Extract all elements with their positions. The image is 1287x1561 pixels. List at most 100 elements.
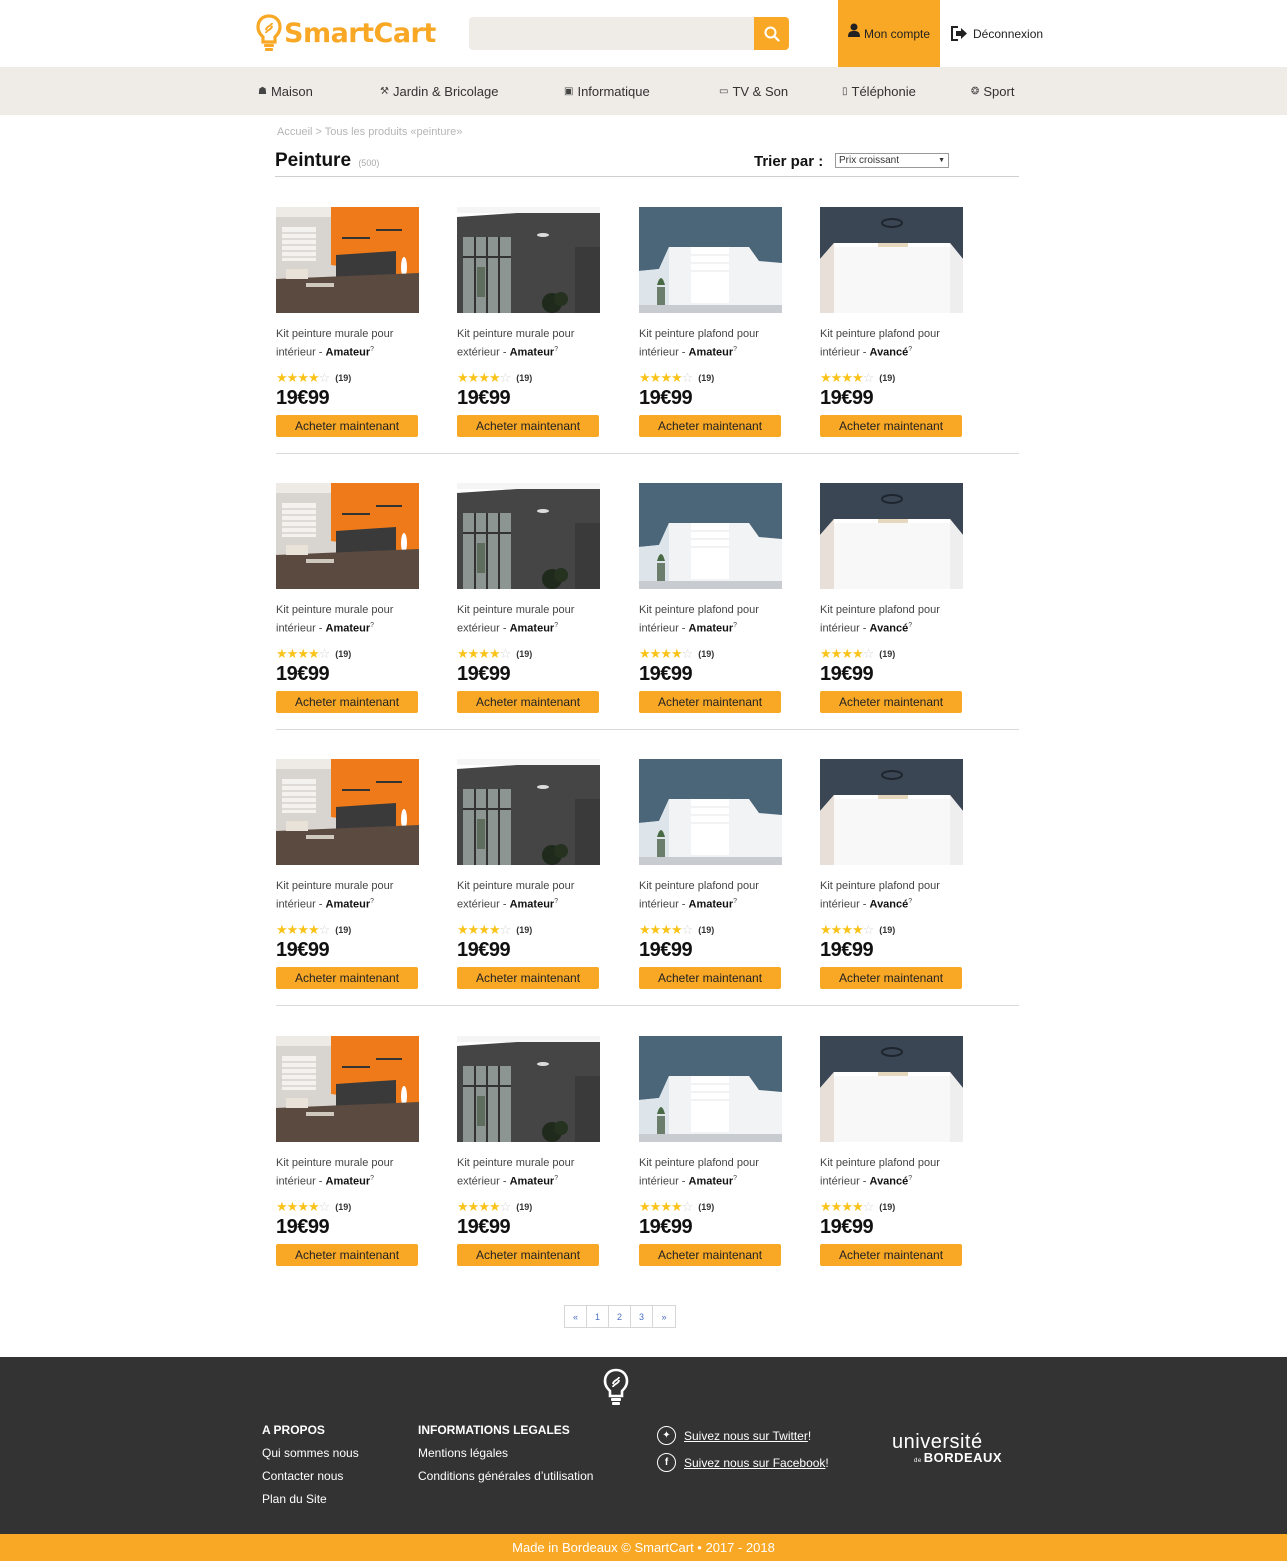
footer-link-sitemap[interactable]: Plan du Site	[262, 1492, 359, 1506]
search-button[interactable]	[754, 17, 789, 50]
buy-now-button[interactable]: Acheter maintenant	[639, 414, 781, 437]
buy-now-button[interactable]: Acheter maintenant	[276, 966, 418, 989]
buy-now-button[interactable]: Acheter maintenant	[276, 690, 418, 713]
pagination-page-1[interactable]: 1	[587, 1306, 609, 1327]
product-title[interactable]: Kit peinture murale pour extérieur - Amat…	[457, 603, 600, 637]
product-image[interactable]	[276, 483, 419, 589]
product-card[interactable]: Kit peinture plafond pour intérieur - Ava…	[820, 483, 963, 713]
product-image[interactable]	[820, 483, 963, 589]
product-title[interactable]: Kit peinture plafond pour intérieur - Ava…	[820, 1156, 963, 1190]
product-title[interactable]: Kit peinture murale pour extérieur - Amat…	[457, 879, 600, 913]
product-image[interactable]	[639, 483, 782, 589]
help-icon[interactable]: ?	[370, 622, 374, 629]
account-button[interactable]: Mon compte	[838, 0, 940, 67]
footer-link-about[interactable]: Qui sommes nous	[262, 1446, 359, 1460]
help-icon[interactable]: ?	[554, 346, 558, 353]
logo[interactable]: SmartCart	[256, 14, 436, 52]
nav-item-sport[interactable]: ❂ Sport	[971, 67, 1014, 115]
product-title[interactable]: Kit peinture plafond pour intérieur - Ama…	[639, 327, 782, 361]
product-title[interactable]: Kit peinture plafond pour intérieur - Ama…	[639, 879, 782, 913]
product-card[interactable]: Kit peinture murale pour intérieur - Amat…	[276, 1036, 419, 1266]
buy-now-button[interactable]: Acheter maintenant	[457, 414, 599, 437]
product-image[interactable]	[276, 759, 419, 865]
help-icon[interactable]: ?	[370, 1175, 374, 1182]
product-image[interactable]	[276, 1036, 419, 1142]
pagination-next[interactable]: »	[653, 1306, 675, 1327]
product-image[interactable]	[457, 759, 600, 865]
product-image[interactable]	[820, 207, 963, 313]
buy-now-button[interactable]: Acheter maintenant	[457, 1243, 599, 1266]
help-icon[interactable]: ?	[554, 898, 558, 905]
product-card[interactable]: Kit peinture plafond pour intérieur - Ama…	[639, 1036, 782, 1266]
help-icon[interactable]: ?	[733, 898, 737, 905]
product-image[interactable]	[820, 1036, 963, 1142]
buy-now-button[interactable]: Acheter maintenant	[820, 414, 962, 437]
product-title[interactable]: Kit peinture murale pour intérieur - Amat…	[276, 1156, 419, 1190]
buy-now-button[interactable]: Acheter maintenant	[276, 1243, 418, 1266]
footer-link-cgu[interactable]: Conditions générales d’utilisation	[418, 1469, 593, 1483]
product-card[interactable]: Kit peinture murale pour extérieur - Amat…	[457, 759, 600, 989]
product-card[interactable]: Kit peinture plafond pour intérieur - Ama…	[639, 483, 782, 713]
nav-item-tv[interactable]: ▭ TV & Son	[719, 67, 788, 115]
nav-item-maison[interactable]: ☗ Maison	[258, 67, 313, 115]
help-icon[interactable]: ?	[554, 622, 558, 629]
product-title[interactable]: Kit peinture plafond pour intérieur - Ama…	[639, 1156, 782, 1190]
buy-now-button[interactable]: Acheter maintenant	[457, 966, 599, 989]
nav-item-telephonie[interactable]: ▯ Téléphonie	[842, 67, 916, 115]
product-image[interactable]	[820, 759, 963, 865]
help-icon[interactable]: ?	[908, 346, 912, 353]
product-card[interactable]: Kit peinture murale pour intérieur - Amat…	[276, 483, 419, 713]
product-card[interactable]: Kit peinture murale pour intérieur - Amat…	[276, 207, 419, 437]
product-card[interactable]: Kit peinture plafond pour intérieur - Ava…	[820, 1036, 963, 1266]
product-image[interactable]	[276, 207, 419, 313]
product-card[interactable]: Kit peinture murale pour extérieur - Amat…	[457, 483, 600, 713]
product-title[interactable]: Kit peinture plafond pour intérieur - Ama…	[639, 603, 782, 637]
buy-now-button[interactable]: Acheter maintenant	[639, 1243, 781, 1266]
product-image[interactable]	[457, 1036, 600, 1142]
product-card[interactable]: Kit peinture plafond pour intérieur - Ava…	[820, 759, 963, 989]
product-image[interactable]	[457, 483, 600, 589]
product-card[interactable]: Kit peinture murale pour extérieur - Amat…	[457, 207, 600, 437]
help-icon[interactable]: ?	[733, 1175, 737, 1182]
product-title[interactable]: Kit peinture murale pour intérieur - Amat…	[276, 603, 419, 637]
help-icon[interactable]: ?	[733, 346, 737, 353]
product-card[interactable]: Kit peinture murale pour intérieur - Amat…	[276, 759, 419, 989]
pagination-prev[interactable]: «	[565, 1306, 587, 1327]
help-icon[interactable]: ?	[733, 622, 737, 629]
product-title[interactable]: Kit peinture murale pour extérieur - Amat…	[457, 1156, 600, 1190]
search-input[interactable]	[469, 17, 754, 50]
buy-now-button[interactable]: Acheter maintenant	[457, 690, 599, 713]
product-title[interactable]: Kit peinture plafond pour intérieur - Ava…	[820, 603, 963, 637]
help-icon[interactable]: ?	[908, 1175, 912, 1182]
product-card[interactable]: Kit peinture murale pour extérieur - Amat…	[457, 1036, 600, 1266]
nav-item-jardin[interactable]: ⚒ Jardin & Bricolage	[380, 67, 498, 115]
product-image[interactable]	[639, 759, 782, 865]
footer-link-legal[interactable]: Mentions légales	[418, 1446, 593, 1460]
product-image[interactable]	[457, 207, 600, 313]
breadcrumb[interactable]: Accueil > Tous les produits «peinture»	[277, 126, 462, 138]
facebook-link[interactable]: f Suivez nous sur Facebook !	[657, 1453, 829, 1472]
help-icon[interactable]: ?	[554, 1175, 558, 1182]
buy-now-button[interactable]: Acheter maintenant	[820, 690, 962, 713]
product-title[interactable]: Kit peinture murale pour intérieur - Amat…	[276, 327, 419, 361]
twitter-link[interactable]: ✦ Suivez nous sur Twitter !	[657, 1426, 829, 1445]
buy-now-button[interactable]: Acheter maintenant	[276, 414, 418, 437]
logout-button[interactable]: Déconnexion	[950, 0, 1043, 67]
buy-now-button[interactable]: Acheter maintenant	[639, 966, 781, 989]
help-icon[interactable]: ?	[908, 898, 912, 905]
nav-item-informatique[interactable]: ▣ Informatique	[564, 67, 650, 115]
pagination-page-2[interactable]: 2	[609, 1306, 631, 1327]
buy-now-button[interactable]: Acheter maintenant	[820, 966, 962, 989]
help-icon[interactable]: ?	[370, 898, 374, 905]
help-icon[interactable]: ?	[908, 622, 912, 629]
help-icon[interactable]: ?	[370, 346, 374, 353]
pagination-page-3[interactable]: 3	[631, 1306, 653, 1327]
product-title[interactable]: Kit peinture murale pour extérieur - Amat…	[457, 327, 600, 361]
product-title[interactable]: Kit peinture plafond pour intérieur - Ava…	[820, 327, 963, 361]
product-card[interactable]: Kit peinture plafond pour intérieur - Ama…	[639, 759, 782, 989]
footer-link-contact[interactable]: Contacter nous	[262, 1469, 359, 1483]
buy-now-button[interactable]: Acheter maintenant	[639, 690, 781, 713]
product-image[interactable]	[639, 207, 782, 313]
product-card[interactable]: Kit peinture plafond pour intérieur - Ama…	[639, 207, 782, 437]
product-title[interactable]: Kit peinture plafond pour intérieur - Ava…	[820, 879, 963, 913]
